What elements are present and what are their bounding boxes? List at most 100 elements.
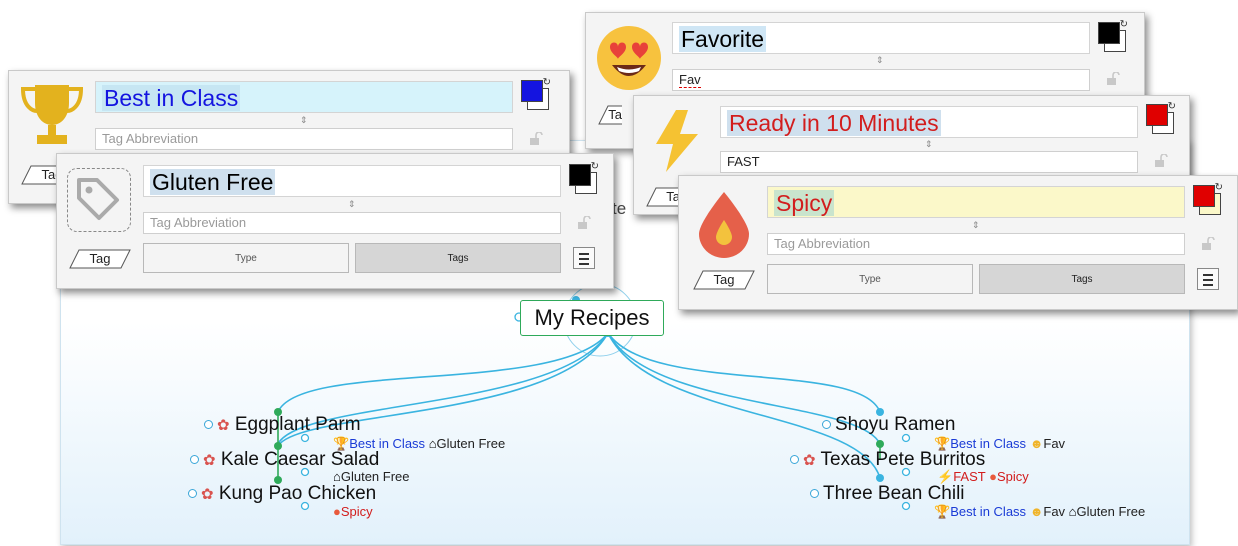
partial-node-text: te (612, 199, 627, 218)
color-picker-swatch[interactable]: ↻ (1146, 101, 1176, 134)
node-kung-pao-chicken[interactable]: ✿ Kung Pao Chicken (188, 483, 376, 506)
tag-gluten-free[interactable]: Gluten Free (341, 469, 410, 484)
tag-type-button[interactable]: Tag (693, 270, 755, 290)
abbr-placeholder: Tag Abbreviation (150, 215, 247, 230)
tag-title-field[interactable]: Spicy (767, 186, 1185, 218)
tag-title-field[interactable]: Ready in 10 Minutes (720, 106, 1138, 138)
tag-button-label: Tag (713, 272, 735, 287)
heart-eyes-icon (597, 26, 661, 90)
tag-icon (77, 178, 119, 220)
collapse-ring[interactable] (822, 420, 831, 430)
color-picker-swatch[interactable]: ↻ (521, 77, 551, 110)
menu-icon[interactable] (573, 247, 595, 269)
tag-icon: ⌂ (1068, 504, 1077, 519)
tag-title-field[interactable]: Favorite (672, 22, 1090, 54)
type-tab[interactable]: Type (767, 264, 973, 294)
tag-fav[interactable]: Fav (1043, 436, 1065, 451)
rosette-icon: ✿ (217, 417, 230, 434)
tag-gluten-free[interactable]: Gluten Free (1077, 504, 1146, 519)
tag-title-field[interactable]: Gluten Free (143, 165, 561, 197)
tag-title-text: Gluten Free (150, 169, 276, 195)
tag-icon: ⌂ (428, 436, 437, 451)
rosette-icon: ✿ (203, 452, 216, 469)
collapse-ring[interactable] (810, 489, 819, 499)
tag-title-text: Spicy (774, 190, 835, 216)
resize-handle[interactable]: ⇕ (300, 115, 308, 126)
color-picker-swatch[interactable]: ↻ (1098, 19, 1128, 52)
lightning-icon (656, 110, 698, 172)
lock-icon[interactable] (1154, 154, 1168, 168)
tag-title-text: Best in Class (102, 85, 241, 111)
rosette-icon: ✿ (803, 452, 816, 469)
node-label: Shoyu Ramen (835, 414, 956, 435)
tag-button-label: Tag (89, 251, 111, 266)
abbr-placeholder: Tag Abbreviation (102, 131, 199, 146)
tag-best-in-class[interactable]: Best in Class (950, 504, 1026, 519)
tag-abbreviation-field[interactable]: Tag Abbreviation (95, 128, 513, 150)
tag-icon: ⌂ (333, 469, 341, 484)
trophy-icon (20, 85, 84, 144)
tag-gluten-free[interactable]: Gluten Free (437, 436, 506, 451)
collapse-ring[interactable] (790, 455, 799, 465)
lightning-icon: ⚡ (937, 469, 954, 484)
tag-type-button-partial[interactable]: Ta (646, 187, 678, 207)
tag-title-text: Favorite (679, 26, 767, 52)
tag-button-label: Ta (608, 107, 622, 122)
abbr-text: Fav (679, 72, 701, 88)
tag-button-label: Ta (666, 189, 678, 204)
tag-fav[interactable]: Fav (1043, 504, 1065, 519)
drop-icon (699, 192, 749, 258)
lock-icon[interactable] (1201, 237, 1215, 251)
node-eggplant-parm[interactable]: ✿ Eggplant Parm (204, 414, 361, 437)
resize-handle[interactable]: ⇕ (876, 55, 884, 66)
heart-eyes-icon: ☻ (1029, 504, 1044, 519)
node-label: Three Bean Chili (823, 483, 965, 504)
drop-icon: ● (333, 504, 341, 519)
abbr-placeholder: Tag Abbreviation (774, 236, 871, 251)
dot-chili (876, 474, 884, 482)
tag-type-button-partial[interactable]: Ta (598, 105, 622, 125)
node-label: Kung Pao Chicken (218, 483, 377, 504)
node-three-bean-chili[interactable]: Three Bean Chili (810, 483, 965, 505)
collapse-ring[interactable] (190, 455, 199, 465)
tag-abbreviation-field[interactable]: FAST (720, 151, 1138, 173)
lock-icon[interactable] (577, 216, 591, 230)
node-label: Texas Pete Burritos (820, 449, 986, 470)
tag-panel-gluten-free: Gluten Free ⇕ Tag Abbreviation ↻ Tag Typ… (56, 153, 614, 289)
root-label: My Recipes (534, 305, 650, 330)
tags-tab[interactable]: Tags (979, 264, 1185, 294)
node-shoyu-ramen[interactable]: Shoyu Ramen (822, 414, 955, 436)
lock-icon[interactable] (529, 132, 543, 146)
rosette-icon: ✿ (201, 486, 214, 503)
root-node[interactable]: My Recipes (520, 300, 664, 336)
tag-spicy[interactable]: Spicy (997, 469, 1029, 484)
link-eggplant (277, 332, 609, 413)
heart-eyes-icon: ☻ (1029, 436, 1044, 451)
type-tab[interactable]: Type (143, 243, 349, 273)
tag-spicy[interactable]: Spicy (341, 504, 373, 519)
tag-abbreviation-field[interactable]: Fav (672, 69, 1090, 91)
lock-icon[interactable] (1106, 72, 1120, 86)
tag-title-text: Ready in 10 Minutes (727, 110, 941, 136)
tag-title-field[interactable]: Best in Class (95, 81, 513, 113)
trophy-icon: 🏆 (934, 504, 951, 519)
abbr-text: FAST (727, 154, 760, 169)
tag-abbreviation-field[interactable]: Tag Abbreviation (767, 233, 1185, 255)
link-shoyu (607, 332, 881, 413)
resize-handle[interactable]: ⇕ (972, 220, 980, 231)
resize-handle[interactable]: ⇕ (348, 199, 356, 210)
color-picker-swatch[interactable]: ↻ (569, 161, 599, 194)
drop-icon: ● (989, 469, 997, 484)
tag-abbreviation-field[interactable]: Tag Abbreviation (143, 212, 561, 234)
tags-chili: 🏆Best in Class ☻Fav ⌂Gluten Free (934, 504, 1145, 520)
resize-handle[interactable]: ⇕ (925, 139, 933, 150)
tags-kungpao: ●Spicy (333, 504, 373, 520)
menu-icon[interactable] (1197, 268, 1219, 290)
collapse-ring[interactable] (188, 489, 197, 499)
tag-fast[interactable]: FAST (953, 469, 985, 484)
collapse-ring[interactable] (204, 420, 213, 430)
tags-tab[interactable]: Tags (355, 243, 561, 273)
node-label: Eggplant Parm (234, 414, 361, 435)
color-picker-swatch[interactable]: ↻ (1193, 182, 1223, 215)
tag-type-button[interactable]: Tag (69, 249, 131, 269)
